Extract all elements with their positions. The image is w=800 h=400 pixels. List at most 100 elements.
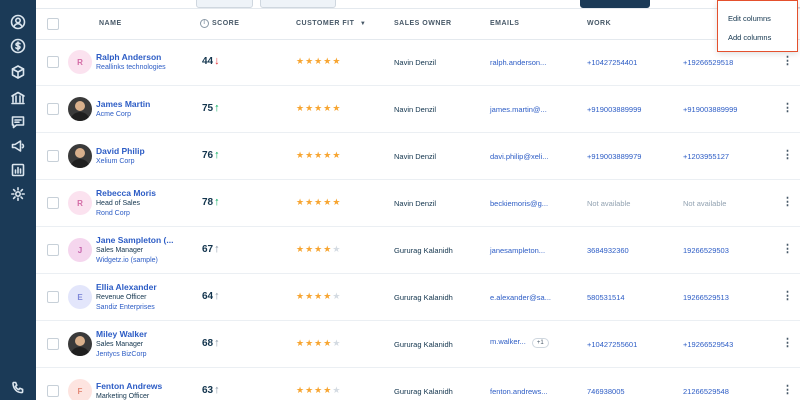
row-actions-icon[interactable]: ⋮: [782, 195, 793, 208]
email-link[interactable]: james.martin@...: [490, 105, 547, 114]
add-columns-item[interactable]: Add columns: [728, 33, 771, 42]
mobile-phone[interactable]: +1203955127: [683, 152, 729, 161]
deals-icon[interactable]: [8, 36, 28, 56]
email-link[interactable]: e.alexander@sa...: [490, 293, 551, 302]
chat-icon[interactable]: [8, 112, 28, 132]
table-row[interactable]: J Jane Sampleton (... Sales Manager Widg…: [36, 227, 800, 274]
email-link[interactable]: beckiemoris@g...: [490, 199, 548, 208]
contact-name-link[interactable]: David Philip: [96, 146, 145, 157]
row-actions-icon[interactable]: ⋮: [782, 289, 793, 302]
row-checkbox[interactable]: [47, 338, 59, 350]
sales-owner[interactable]: Gururag Kalanidh: [394, 387, 453, 396]
contact-name-link[interactable]: Miley Walker: [96, 329, 147, 340]
toolbar-button[interactable]: [260, 0, 336, 8]
email-link[interactable]: m.walker...: [490, 337, 526, 346]
work-phone[interactable]: Not available: [587, 199, 630, 208]
row-actions-icon[interactable]: ⋮: [782, 101, 793, 114]
contact-name-link[interactable]: Ellia Alexander: [96, 282, 157, 293]
company-link[interactable]: Rond Corp: [96, 209, 156, 219]
row-actions-icon[interactable]: ⋮: [782, 148, 793, 161]
header-score[interactable]: i SCORE: [200, 9, 239, 39]
contact-name-link[interactable]: Jane Sampleton (...: [96, 235, 173, 246]
company-link[interactable]: Sandiz Enterprises: [96, 303, 157, 313]
contact-name-link[interactable]: James Martin: [96, 99, 150, 110]
toolbar-button[interactable]: [196, 0, 253, 8]
avatar[interactable]: R: [68, 50, 92, 74]
sales-owner[interactable]: Gururag Kalanidh: [394, 246, 453, 255]
company-link[interactable]: Xelium Corp: [96, 157, 145, 167]
contacts-icon[interactable]: [8, 12, 28, 32]
avatar[interactable]: R: [68, 191, 92, 215]
header-sales-owner[interactable]: SALES OWNER: [394, 9, 452, 39]
email-link[interactable]: janesampleton...: [490, 246, 545, 255]
select-all-checkbox[interactable]: [47, 18, 59, 30]
contact-name-link[interactable]: Fenton Andrews: [96, 381, 162, 392]
row-checkbox[interactable]: [47, 291, 59, 303]
table-row[interactable]: R Ralph Anderson Reallinks technologies …: [36, 39, 800, 86]
toolbar-primary-button[interactable]: [580, 0, 650, 8]
sales-owner[interactable]: Navin Denzil: [394, 199, 436, 208]
email-link[interactable]: ralph.anderson...: [490, 58, 546, 67]
sales-owner[interactable]: Gururag Kalanidh: [394, 340, 453, 349]
avatar[interactable]: F: [68, 379, 92, 400]
row-actions-icon[interactable]: ⋮: [782, 242, 793, 255]
avatar-photo[interactable]: [68, 332, 92, 356]
mobile-phone[interactable]: +919003889999: [683, 105, 737, 114]
avatar-photo[interactable]: [68, 97, 92, 121]
mobile-phone[interactable]: 19266529513: [683, 293, 729, 302]
header-emails[interactable]: EMAILS: [490, 9, 519, 39]
edit-columns-item[interactable]: Edit columns: [728, 14, 771, 23]
table-row[interactable]: James Martin Acme Corp 75↑ ★★★★★ Navin D…: [36, 86, 800, 133]
sort-desc-icon[interactable]: ▼: [360, 21, 366, 27]
reports-icon[interactable]: [8, 160, 28, 180]
company-link[interactable]: Acme Corp: [96, 110, 150, 120]
work-phone[interactable]: 746938005: [587, 387, 625, 396]
sales-owner[interactable]: Navin Denzil: [394, 58, 436, 67]
header-name[interactable]: NAME: [99, 9, 122, 39]
row-checkbox[interactable]: [47, 197, 59, 209]
mobile-phone[interactable]: Not available: [683, 199, 726, 208]
settings-icon[interactable]: [8, 184, 28, 204]
row-checkbox[interactable]: [47, 150, 59, 162]
table-row[interactable]: David Philip Xelium Corp 76↑ ★★★★★ Navin…: [36, 133, 800, 180]
table-row[interactable]: E Ellia Alexander Revenue Officer Sandiz…: [36, 274, 800, 321]
email-link[interactable]: fenton.andrews...: [490, 387, 548, 396]
row-checkbox[interactable]: [47, 244, 59, 256]
header-customer-fit[interactable]: CUSTOMER FIT ▼: [296, 9, 366, 39]
mobile-phone[interactable]: 21266529548: [683, 387, 729, 396]
products-icon[interactable]: [8, 62, 28, 82]
row-checkbox[interactable]: [47, 103, 59, 115]
row-actions-icon[interactable]: ⋮: [782, 54, 793, 67]
campaigns-icon[interactable]: [8, 136, 28, 156]
mobile-phone[interactable]: +19266529543: [683, 340, 733, 349]
contact-name-link[interactable]: Rebecca Moris: [96, 188, 156, 199]
mobile-phone[interactable]: +19266529518: [683, 58, 733, 67]
company-link[interactable]: Reallinks technologies: [96, 63, 166, 73]
work-phone[interactable]: 580531514: [587, 293, 625, 302]
table-row[interactable]: R Rebecca Moris Head of Sales Rond Corp …: [36, 180, 800, 227]
work-phone[interactable]: +919003889979: [587, 152, 641, 161]
work-phone[interactable]: 3684932360: [587, 246, 629, 255]
table-row[interactable]: Miley Walker Sales Manager Jentycs BizCo…: [36, 321, 800, 368]
work-phone[interactable]: +919003889999: [587, 105, 641, 114]
mobile-phone[interactable]: 19266529503: [683, 246, 729, 255]
phone-icon[interactable]: [8, 378, 28, 398]
sales-owner[interactable]: Navin Denzil: [394, 105, 436, 114]
table-row[interactable]: F Fenton Andrews Marketing Officer 63↑ ★…: [36, 368, 800, 400]
row-checkbox[interactable]: [47, 56, 59, 68]
row-checkbox[interactable]: [47, 385, 59, 397]
avatar[interactable]: E: [68, 285, 92, 309]
company-link[interactable]: Jentycs BizCorp: [96, 350, 147, 360]
avatar[interactable]: J: [68, 238, 92, 262]
work-phone[interactable]: +10427254401: [587, 58, 637, 67]
company-link[interactable]: Widgetz.io (sample): [96, 256, 173, 266]
avatar-photo[interactable]: [68, 144, 92, 168]
header-work[interactable]: WORK: [587, 9, 611, 39]
work-phone[interactable]: +10427255601: [587, 340, 637, 349]
more-emails-badge[interactable]: +1: [531, 338, 549, 348]
sales-owner[interactable]: Gururag Kalanidh: [394, 293, 453, 302]
row-actions-icon[interactable]: ⋮: [782, 383, 793, 396]
row-actions-icon[interactable]: ⋮: [782, 336, 793, 349]
contact-name-link[interactable]: Ralph Anderson: [96, 52, 166, 63]
sales-owner[interactable]: Navin Denzil: [394, 152, 436, 161]
